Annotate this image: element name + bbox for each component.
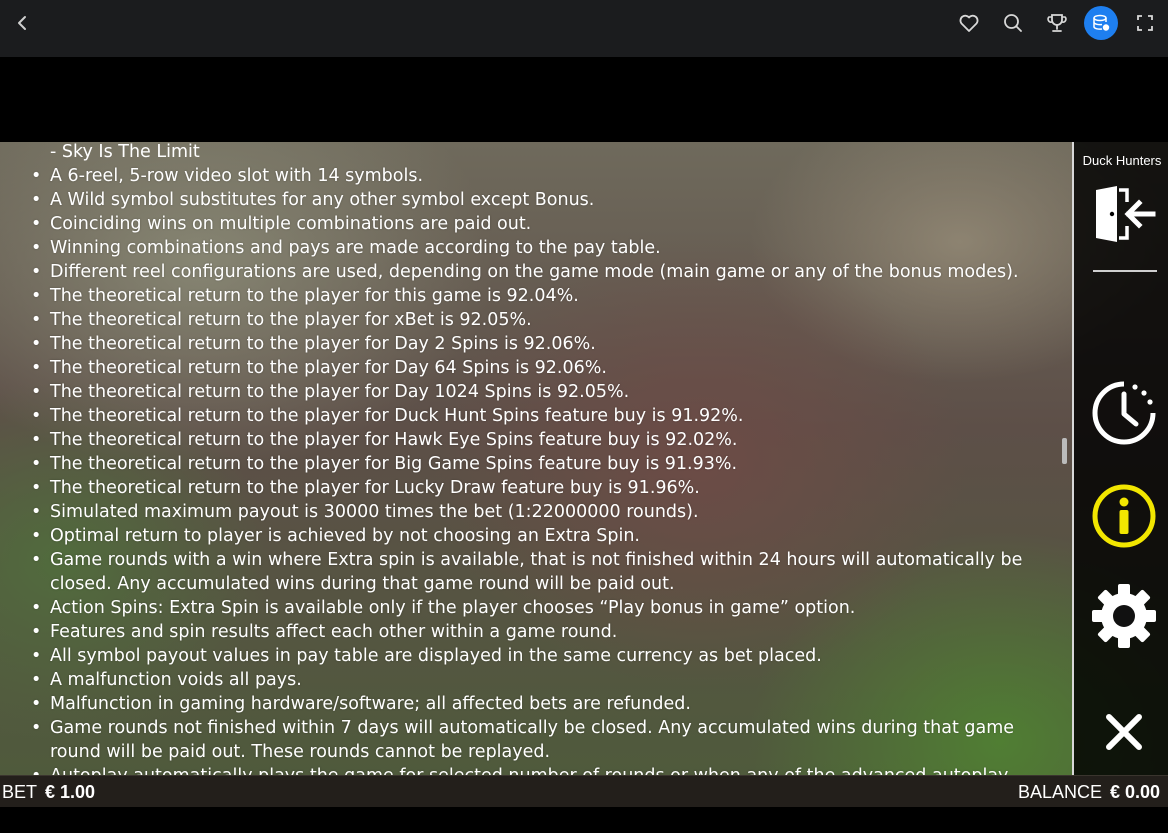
rules-item: Malfunction in gaming hardware/software;…	[0, 692, 1070, 716]
coins-icon[interactable]	[1084, 6, 1118, 40]
side-menu-divider	[1093, 270, 1157, 272]
trophy-icon[interactable]	[1045, 11, 1069, 35]
rules-item: A malfunction voids all pays.	[0, 668, 1070, 692]
close-icon[interactable]	[1104, 712, 1144, 752]
rules-item: The theoretical return to the player for…	[0, 404, 1070, 428]
bet-label: BET	[2, 782, 38, 802]
exit-icon[interactable]	[1091, 184, 1157, 244]
rules-scrollbar-thumb[interactable]	[1062, 438, 1067, 464]
rules-item: Optimal return to player is achieved by …	[0, 524, 1070, 548]
letterbox-top	[0, 57, 1168, 142]
game-rules-panel[interactable]: - Sky Is The Limit A 6-reel, 5-row video…	[0, 142, 1070, 775]
letterbox-bottom	[0, 807, 1168, 833]
rules-item: The theoretical return to the player for…	[0, 428, 1070, 452]
heart-icon[interactable]	[957, 11, 981, 35]
rules-item: Different reel configurations are used, …	[0, 260, 1070, 284]
rules-item: A Wild symbol substitutes for any other …	[0, 188, 1070, 212]
rules-item: Game rounds not finished within 7 days w…	[0, 716, 1070, 764]
search-icon[interactable]	[1001, 11, 1025, 35]
rules-item: The theoretical return to the player for…	[0, 476, 1070, 500]
rules-item: All symbol payout values in pay table ar…	[0, 644, 1070, 668]
back-icon[interactable]	[12, 12, 34, 34]
game-title: Duck Hunters	[1082, 153, 1162, 168]
balance-label: BALANCE	[1018, 782, 1103, 802]
rules-list: A 6-reel, 5-row video slot with 14 symbo…	[0, 164, 1070, 775]
settings-icon[interactable]	[1091, 583, 1157, 649]
rules-item: A 6-reel, 5-row video slot with 14 symbo…	[0, 164, 1070, 188]
rules-item: The theoretical return to the player for…	[0, 284, 1070, 308]
history-icon[interactable]	[1091, 380, 1157, 446]
rules-item: Autoplay automatically plays the game fo…	[0, 764, 1070, 775]
rules-item: Simulated maximum payout is 30000 times …	[0, 500, 1070, 524]
rules-item: The theoretical return to the player for…	[0, 308, 1070, 332]
rules-item: Action Spins: Extra Spin is available on…	[0, 596, 1070, 620]
status-bar: BET € 1.00 BALANCE € 0.00	[0, 775, 1168, 807]
rules-item: The theoretical return to the player for…	[0, 356, 1070, 380]
rules-item: Winning combinations and pays are made a…	[0, 236, 1070, 260]
rules-item: The theoretical return to the player for…	[0, 452, 1070, 476]
fullscreen-icon[interactable]	[1133, 11, 1157, 35]
rules-item: The theoretical return to the player for…	[0, 380, 1070, 404]
rules-item: Game rounds with a win where Extra spin …	[0, 548, 1070, 596]
rules-item: Features and spin results affect each ot…	[0, 620, 1070, 644]
side-menu: Duck Hunters	[1072, 142, 1168, 775]
rules-item: Coinciding wins on multiple combinations…	[0, 212, 1070, 236]
rules-item: The theoretical return to the player for…	[0, 332, 1070, 356]
rules-intro-line: - Sky Is The Limit	[50, 142, 200, 162]
game-area: - Sky Is The Limit A 6-reel, 5-row video…	[0, 142, 1168, 775]
top-bar	[0, 0, 1168, 57]
bet-value: € 1.00	[45, 782, 96, 802]
balance-value: € 0.00	[1110, 782, 1161, 802]
info-icon[interactable]	[1091, 483, 1157, 549]
